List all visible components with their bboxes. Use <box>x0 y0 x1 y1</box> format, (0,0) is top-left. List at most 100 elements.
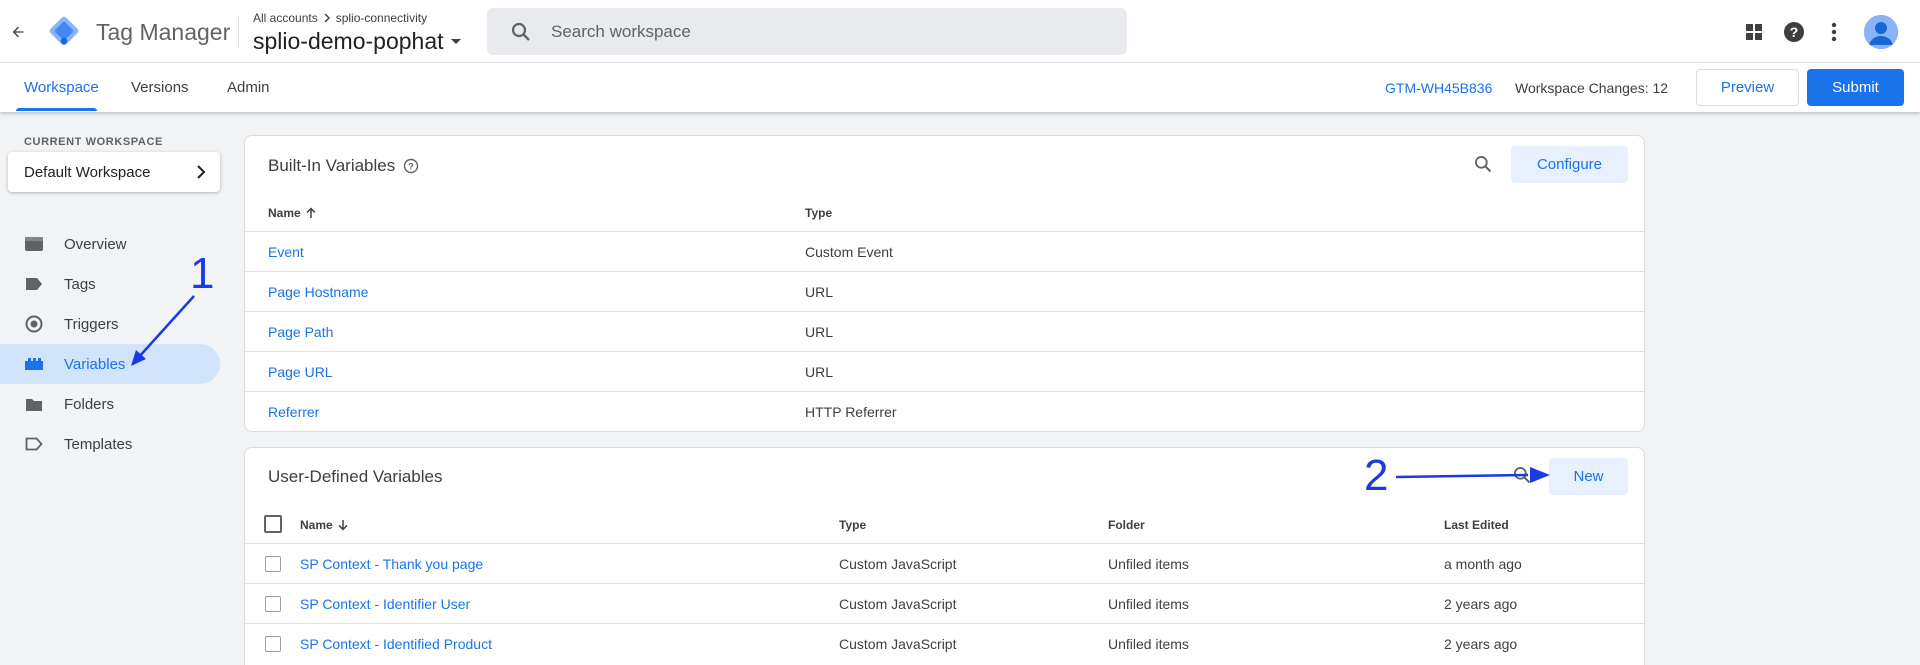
table-row[interactable]: SP Context - Identified Product Custom J… <box>245 623 1644 663</box>
header-divider <box>238 16 239 48</box>
table-row[interactable]: SP Context - Thank you page Custom JavaS… <box>245 543 1644 583</box>
search-icon <box>511 22 530 41</box>
column-header-type[interactable]: Type <box>805 206 832 220</box>
variable-type: Custom JavaScript <box>839 596 957 612</box>
column-header-folder[interactable]: Folder <box>1108 518 1145 532</box>
builtin-variables-card: Built-In Variables ? Configure Name Type… <box>244 135 1645 432</box>
card-title-text: Built-In Variables <box>268 156 396 175</box>
sidebar-item-templates[interactable]: Templates <box>0 424 220 464</box>
search-icon[interactable] <box>1473 154 1493 174</box>
apps-grid-icon[interactable] <box>1742 20 1766 44</box>
user-defined-variables-title: User-Defined Variables <box>268 467 443 486</box>
variable-type: URL <box>805 284 834 300</box>
table-row[interactable]: Referrer HTTP Referrer <box>245 391 1644 431</box>
variable-type: Custom JavaScript <box>839 556 957 572</box>
folder-icon <box>24 394 44 414</box>
table-row[interactable]: Event Custom Event <box>245 231 1644 271</box>
sort-descending-icon <box>338 520 348 531</box>
annotation-step-2: 2 <box>1364 451 1389 500</box>
sidebar-item-overview[interactable]: Overview <box>0 224 220 264</box>
submit-button[interactable]: Submit <box>1807 69 1904 106</box>
user-defined-variables-card: User-Defined Variables New Name Type Fol… <box>244 447 1645 665</box>
sidebar-item-label: Variables <box>64 355 126 373</box>
help-icon[interactable]: ? <box>1782 20 1806 44</box>
annotation-step-1: 1 <box>190 249 215 298</box>
column-header-last-edited[interactable]: Last Edited <box>1444 518 1509 532</box>
variable-type: Custom JavaScript <box>839 636 957 652</box>
workspace-changes-count: Workspace Changes: 12 <box>1515 80 1669 96</box>
configure-button[interactable]: Configure <box>1511 146 1628 183</box>
avatar[interactable] <box>1864 14 1898 49</box>
tab-workspace[interactable]: Workspace <box>24 79 99 96</box>
sidebar-item-label: Tags <box>64 275 96 293</box>
column-header-name[interactable]: Name <box>268 206 317 220</box>
tab-versions[interactable]: Versions <box>131 79 189 96</box>
search-icon[interactable] <box>1512 465 1532 485</box>
back-arrow-icon[interactable] <box>6 20 30 44</box>
column-header-name[interactable]: Name <box>300 518 349 532</box>
table-row[interactable]: Page URL URL <box>245 351 1644 391</box>
table-row[interactable]: Page Hostname URL <box>245 271 1644 311</box>
variable-name-link[interactable]: Page Hostname <box>268 284 368 300</box>
svg-text:?: ? <box>1790 24 1799 40</box>
sidebar-item-triggers[interactable]: Triggers <box>0 304 220 344</box>
column-header-type[interactable]: Type <box>839 518 866 532</box>
container-selector[interactable]: splio-demo-pophat <box>253 28 462 55</box>
sidebar-item-label: Templates <box>64 435 133 453</box>
variable-type: HTTP Referrer <box>805 404 897 420</box>
variable-name-link[interactable]: Page Path <box>268 324 333 340</box>
variable-last-edited: a month ago <box>1444 556 1522 572</box>
variables-icon <box>24 354 44 374</box>
variable-type: Custom Event <box>805 244 893 260</box>
sidebar-item-label: Overview <box>64 235 127 253</box>
variable-folder: Unfiled items <box>1108 636 1189 652</box>
variable-type: URL <box>805 364 834 380</box>
search-input[interactable] <box>551 21 1111 42</box>
variable-name-link[interactable]: SP Context - Identified Product <box>300 636 492 652</box>
variable-name-link[interactable]: SP Context - Identifier User <box>300 596 470 612</box>
new-variable-button[interactable]: New <box>1549 458 1628 495</box>
tag-icon <box>24 274 44 294</box>
table-row[interactable]: Page Path URL <box>245 311 1644 351</box>
variable-name-link[interactable]: Referrer <box>268 404 319 420</box>
container-name: splio-demo-pophat <box>253 28 444 54</box>
sidebar-item-tags[interactable]: Tags <box>0 264 220 304</box>
select-all-checkbox[interactable] <box>264 515 282 533</box>
search-bar[interactable] <box>487 8 1127 55</box>
variable-name-link[interactable]: SP Context - Thank you page <box>300 556 483 572</box>
tag-manager-logo-icon <box>47 14 81 48</box>
table-row[interactable]: SP Context - Identifier User Custom Java… <box>245 583 1644 623</box>
variable-last-edited: 2 years ago <box>1444 596 1518 612</box>
row-checkbox[interactable] <box>265 556 281 572</box>
builtin-variables-title: Built-In Variables ? <box>268 156 419 176</box>
tab-admin[interactable]: Admin <box>227 79 270 96</box>
container-id-link[interactable]: GTM-WH45B836 <box>1385 80 1492 96</box>
help-outline-icon[interactable]: ? <box>403 158 419 174</box>
sidebar-item-folders[interactable]: Folders <box>0 384 220 424</box>
sort-ascending-icon <box>306 207 316 218</box>
variable-folder: Unfiled items <box>1108 556 1189 572</box>
top-app-bar: Tag Manager All accounts splio-connectiv… <box>0 0 1920 63</box>
breadcrumb-container[interactable]: splio-connectivity <box>336 11 427 25</box>
workspace-selector[interactable]: Default Workspace <box>8 152 220 192</box>
column-header-label: Name <box>300 518 333 532</box>
dropdown-caret-icon <box>450 38 461 44</box>
sidebar-item-label: Folders <box>64 395 115 413</box>
variable-name-link[interactable]: Event <box>268 244 304 260</box>
app-title: Tag Manager <box>96 19 231 45</box>
variable-type: URL <box>805 324 834 340</box>
row-checkbox[interactable] <box>265 596 281 612</box>
breadcrumb: All accounts splio-connectivity <box>253 11 427 25</box>
variable-name-link[interactable]: Page URL <box>268 364 333 380</box>
active-tab-indicator <box>16 108 97 111</box>
more-vert-icon[interactable] <box>1822 20 1846 44</box>
sidebar-item-variables[interactable]: Variables <box>0 344 220 384</box>
workspace-nav-bar: Workspace Versions Admin GTM-WH45B836 Wo… <box>0 63 1920 112</box>
variable-last-edited: 2 years ago <box>1444 636 1518 652</box>
breadcrumb-account[interactable]: All accounts <box>253 11 318 25</box>
svg-text:?: ? <box>409 162 415 172</box>
row-checkbox[interactable] <box>265 636 281 652</box>
template-icon <box>24 434 44 454</box>
column-header-label: Name <box>268 206 301 220</box>
preview-button[interactable]: Preview <box>1696 69 1799 106</box>
